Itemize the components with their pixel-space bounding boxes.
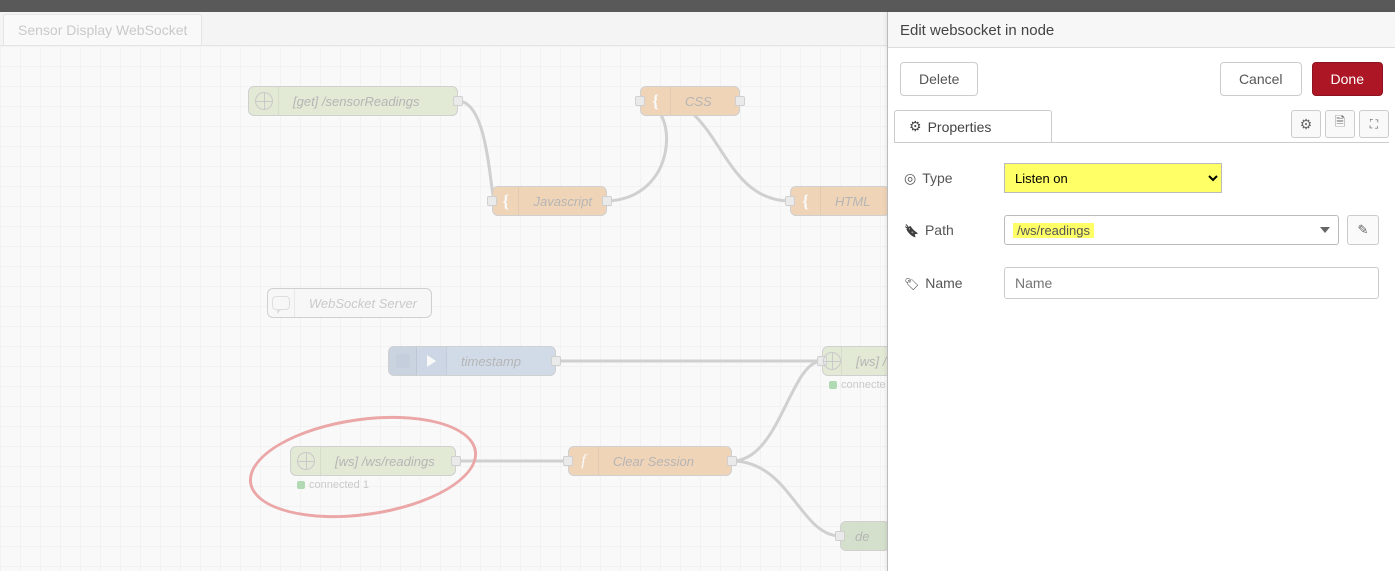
path-select[interactable]: /ws/readings: [1004, 215, 1339, 245]
gear-icon: [909, 118, 922, 135]
node-function[interactable]: f Clear Session: [568, 446, 732, 476]
flow-workspace: Sensor Display WebSocket [get] /sensorRe…: [0, 12, 887, 571]
panel-actions: Delete Cancel Done: [888, 48, 1395, 110]
node-template-css[interactable]: { CSS: [640, 86, 740, 116]
node-status: connected 1: [297, 479, 369, 491]
node-output-port[interactable]: [727, 456, 737, 466]
workspace-tab-active[interactable]: Sensor Display WebSocket: [3, 14, 202, 45]
node-output-port[interactable]: [451, 456, 461, 466]
settings-button[interactable]: [1291, 110, 1321, 138]
done-button[interactable]: Done: [1312, 62, 1383, 96]
flow-canvas[interactable]: [get] /sensorReadings { CSS { Javascript…: [0, 46, 887, 571]
target-icon: [904, 170, 916, 187]
properties-form: Type Listen on Path /ws/readings Name: [888, 143, 1395, 341]
name-input[interactable]: [1004, 267, 1379, 299]
globe-icon: [823, 347, 842, 375]
panel-tabs: Properties: [894, 110, 1389, 143]
edit-panel: Edit websocket in node Delete Cancel Don…: [887, 12, 1395, 571]
template-icon: {: [641, 87, 671, 115]
node-output-port[interactable]: [551, 356, 561, 366]
type-label: Type: [904, 170, 1004, 187]
node-input-port[interactable]: [835, 531, 845, 541]
node-input-port[interactable]: [635, 96, 645, 106]
node-template-js[interactable]: { Javascript: [492, 186, 607, 216]
node-output-port[interactable]: [453, 96, 463, 106]
node-template-html[interactable]: { HTML: [790, 186, 890, 216]
wires-layer: [0, 46, 887, 571]
tag-icon: [904, 275, 919, 291]
bookmark-icon: [904, 222, 919, 238]
app-topbar: [0, 0, 1395, 12]
edit-path-button[interactable]: [1347, 215, 1379, 245]
globe-icon: [249, 87, 279, 115]
type-select[interactable]: Listen on: [1004, 163, 1222, 193]
chevron-down-icon: [1320, 227, 1330, 233]
comment-icon: [268, 289, 295, 317]
description-button[interactable]: [1325, 110, 1355, 138]
name-label: Name: [904, 275, 1004, 291]
cancel-button[interactable]: Cancel: [1220, 62, 1302, 96]
properties-tab[interactable]: Properties: [894, 110, 1052, 142]
path-label: Path: [904, 222, 1004, 238]
node-input-port[interactable]: [785, 196, 795, 206]
node-websocket-out[interactable]: [ws] / connecte: [822, 346, 892, 376]
node-status: connecte: [829, 379, 886, 391]
inject-button[interactable]: [389, 347, 417, 375]
panel-title: Edit websocket in node: [888, 12, 1395, 48]
node-http-in[interactable]: [get] /sensorReadings: [248, 86, 458, 116]
function-icon: f: [569, 447, 599, 475]
node-input-port[interactable]: [487, 196, 497, 206]
appearance-button[interactable]: [1359, 110, 1389, 138]
globe-icon: [291, 447, 321, 475]
node-inject[interactable]: timestamp: [388, 346, 556, 376]
template-icon: {: [791, 187, 821, 215]
node-debug[interactable]: de: [840, 521, 890, 551]
node-comment[interactable]: WebSocket Server: [267, 288, 432, 318]
node-websocket-in[interactable]: [ws] /ws/readings connected 1: [290, 446, 456, 476]
arrow-icon: [417, 347, 447, 375]
workspace-tabs: Sensor Display WebSocket: [0, 12, 887, 46]
delete-button[interactable]: Delete: [900, 62, 978, 96]
node-output-port[interactable]: [735, 96, 745, 106]
node-input-port[interactable]: [563, 456, 573, 466]
node-output-port[interactable]: [602, 196, 612, 206]
